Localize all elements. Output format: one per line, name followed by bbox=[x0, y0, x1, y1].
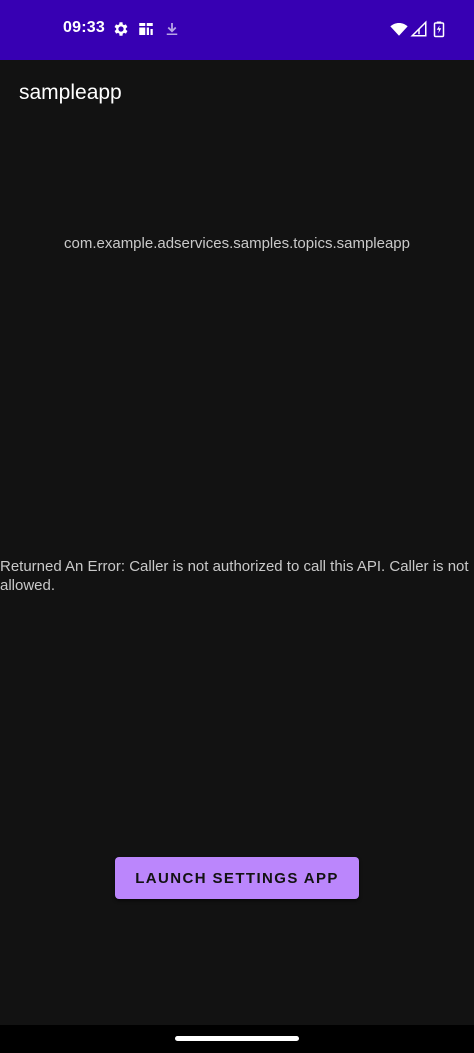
app-title: sampleapp bbox=[19, 81, 122, 104]
error-message-text: Returned An Error: Caller is not authori… bbox=[0, 558, 469, 594]
status-bar: 09:33 bbox=[0, 0, 474, 60]
home-gesture-handle[interactable] bbox=[175, 1036, 299, 1041]
launch-settings-app-button[interactable]: Launch Settings App bbox=[115, 857, 359, 899]
package-name-text: com.example.adservices.samples.topics.sa… bbox=[64, 235, 410, 252]
download-icon bbox=[163, 20, 181, 38]
wifi-icon bbox=[390, 20, 408, 38]
navigation-bar bbox=[0, 1025, 474, 1053]
status-time: 09:33 bbox=[63, 19, 105, 36]
app-bar: sampleapp bbox=[0, 60, 474, 126]
cellular-signal-icon bbox=[410, 20, 428, 38]
gear-icon bbox=[112, 20, 130, 38]
notification-app-icon bbox=[137, 20, 155, 38]
app-screen: 09:33 sampleapp com.example.adservices.s… bbox=[0, 0, 474, 1053]
battery-icon bbox=[430, 20, 448, 38]
